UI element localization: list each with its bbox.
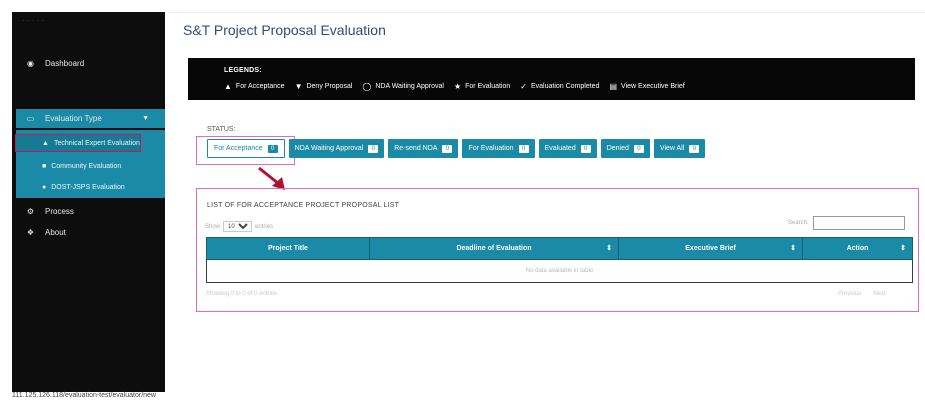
status-button-label: For Acceptance [214,145,263,152]
folder-icon: ▭ [26,114,35,123]
globe-icon: ● [42,183,47,191]
table-info: Showing 0 to 0 of 0 entries [206,291,278,297]
status-count-badge: 0 [580,144,591,153]
status-count-badge: 0 [267,144,278,153]
legend-item-label: View Executive Brief [621,83,685,90]
legend-item-label: Evaluation Completed [530,83,600,90]
legend-item: ▲ For Acceptance [224,82,285,91]
gauge-icon: ◉ [27,58,34,68]
list-title: LIST OF FOR ACCEPTANCE PROJECT PROPOSAL … [207,202,400,209]
search-input[interactable] [812,216,905,230]
pagination: Previous Next [838,291,886,297]
sidebar-item-label: Evaluation Type [45,114,102,123]
sidebar: · · · · · ◉ Dashboard ▭ Evaluation Type … [12,12,165,392]
table-row: No data available in table [206,259,913,283]
top-divider [168,12,925,13]
sidebar-item-process[interactable]: ⚙ Process [12,205,165,217]
legend-item: ▤ View Executive Brief [609,82,684,91]
empty-table-message: No data available in table [206,259,913,283]
thumbs-down-icon: ▼ [294,82,303,91]
status-button-label: Denied [606,145,629,152]
status-button-row: For Acceptance 0 NDA Waiting Approval 0 … [207,139,706,158]
search-label: Search: [788,220,809,226]
status-count-badge: 0 [442,144,453,153]
status-button-view-all[interactable]: View All 0 [653,139,706,158]
sidebar-item-about[interactable]: ❖ About [12,226,165,238]
column-header-label: Deadline of Evaluation [456,245,532,252]
status-bar-url: 111.125.126.118/evaluation-test/evaluato… [12,392,156,399]
status-count-badge: 0 [633,144,644,153]
column-header-action[interactable]: Action ⇕ [802,237,913,260]
legend-item: ▼ Deny Proposal [295,82,353,91]
status-button-label: NDA Waiting Approval [294,145,364,152]
show-entries-control: Show 10 entries [205,221,273,232]
next-page-link[interactable]: Next [873,291,885,297]
sidebar-item-label: Process [45,206,74,216]
status-label: STATUS: [207,126,236,133]
sidebar-subitem-label: Technical Expert Evaluation [53,139,140,147]
status-button-evaluated[interactable]: Evaluated 0 [538,139,597,158]
status-count-badge: 0 [689,144,700,153]
legend-item-label: NDA Waiting Approval [375,83,444,90]
sort-icon: ⇕ [790,245,796,252]
legend-item: ✓ Evaluation Completed [520,82,599,91]
proposal-table: Project Title Deadline of Evaluation ⇕ E… [206,237,913,283]
thumbs-up-icon: ▲ [224,82,232,91]
sidebar-item-dashboard[interactable]: ◉ Dashboard [12,56,165,70]
legend-item-label: For Evaluation [465,83,511,90]
status-button-for-evaluation[interactable]: For Evaluation 0 [462,139,535,158]
sidebar-subitem-technical-expert[interactable]: ▲ Technical Expert Evaluation [15,134,141,152]
column-header-project-title[interactable]: Project Title [206,237,370,260]
status-button-label: Evaluated [544,145,576,152]
cogs-icon: ⚙ [26,206,35,216]
star-icon: ★ [453,82,462,91]
status-count-badge: 0 [518,144,529,153]
sidebar-subitem-dost-jsps[interactable]: ● DOST-JSPS Evaluation [16,178,165,196]
show-label: Show [205,223,221,230]
status-button-denied[interactable]: Denied 0 [600,139,650,158]
status-button-label: For Evaluation [468,145,514,152]
sidebar-item-label: Dashboard [45,58,85,68]
legend-item: ◯ NDA Waiting Approval [362,82,444,91]
page-title: S&T Project Proposal Evaluation [183,22,386,38]
search-control: Search: [788,216,905,230]
document-icon: ▤ [609,82,618,91]
legend-item: ★ For Evaluation [454,82,510,91]
column-header-label: Project Title [268,245,308,252]
legend-title: LEGENDS: [224,67,262,74]
legend-items: ▲ For Acceptance ▼ Deny Proposal ◯ NDA W… [224,82,695,91]
sidebar-item-label: About [45,227,66,237]
sort-icon: ⇕ [900,245,906,252]
legend-panel: LEGENDS: ▲ For Acceptance ▼ Deny Proposa… [188,58,915,100]
entries-label: entries [255,223,274,230]
status-button-label: View All [659,145,685,152]
sidebar-submenu: ▲ Technical Expert Evaluation ■ Communit… [15,130,165,198]
user-icon: ▲ [42,139,49,147]
sort-icon: ⇕ [606,245,612,252]
legend-item-label: For Acceptance [235,83,285,90]
status-button-nda-waiting-approval[interactable]: NDA Waiting Approval 0 [288,139,385,158]
status-button-for-acceptance[interactable]: For Acceptance 0 [207,139,285,158]
chevron-down-icon: ▼ [142,115,149,122]
column-header-executive-brief[interactable]: Executive Brief ⇕ [618,237,803,260]
sidebar-subitem-label: Community Evaluation [51,162,122,170]
sidebar-brand: · · · · · [22,16,45,25]
column-header-label: Action [846,245,869,252]
table-header-row: Project Title Deadline of Evaluation ⇕ E… [206,237,913,260]
column-header-label: Executive Brief [685,245,736,252]
status-count-badge: 0 [368,144,379,153]
sidebar-subitem-community[interactable]: ■ Community Evaluation [16,157,165,175]
community-icon: ■ [42,162,47,170]
check-icon: ✓ [520,82,527,91]
sidebar-subitem-label: DOST-JSPS Evaluation [51,183,125,191]
hourglass-icon: ◯ [362,82,372,91]
sidebar-item-evaluation-type[interactable]: ▭ Evaluation Type ▼ [16,109,165,128]
column-header-deadline[interactable]: Deadline of Evaluation ⇕ [369,237,619,260]
info-icon: ❖ [26,227,35,237]
legend-item-label: Deny Proposal [306,83,353,90]
previous-page-link[interactable]: Previous [838,291,861,297]
entries-select[interactable]: 10 [223,221,253,232]
status-button-resend-nda[interactable]: Re-send NDA 0 [388,139,459,158]
status-button-label: Re-send NDA [394,145,438,152]
